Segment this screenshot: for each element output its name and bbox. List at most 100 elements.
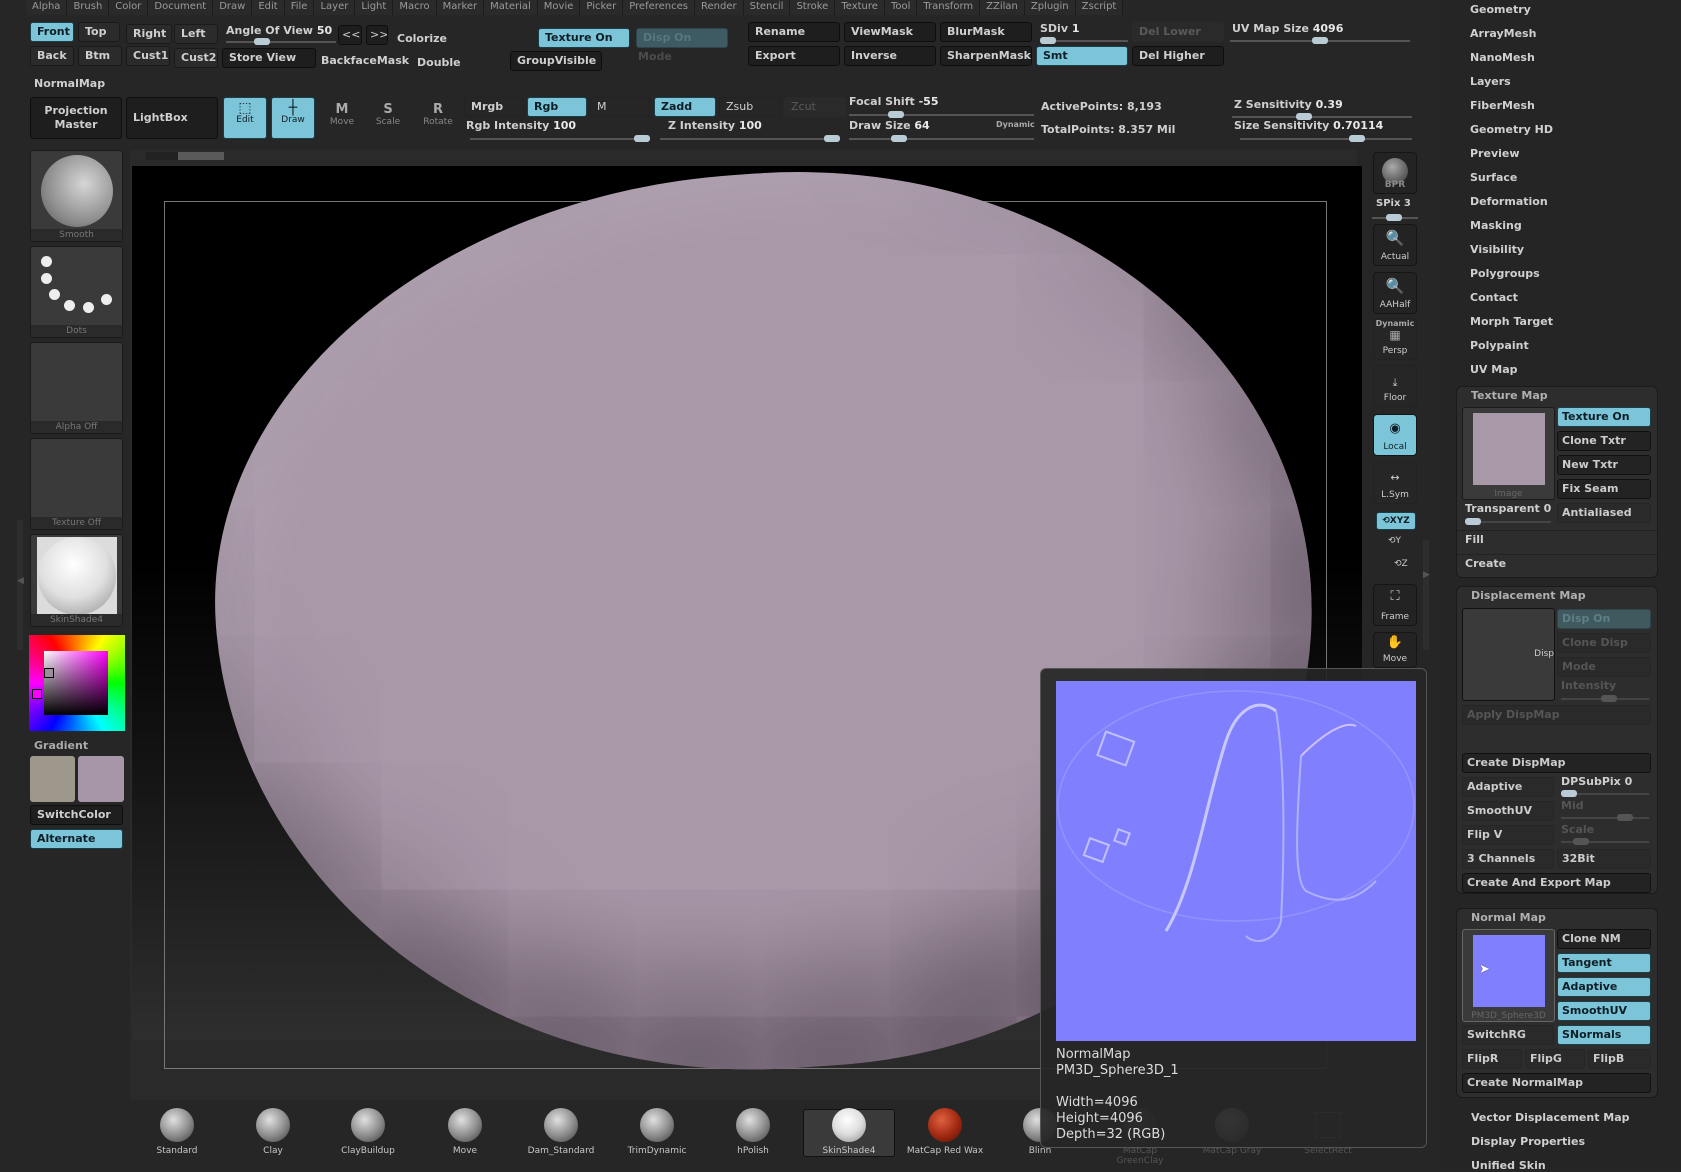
menu-light[interactable]: Light: [355, 0, 394, 15]
menu-arraymesh[interactable]: ArrayMesh: [1470, 27, 1536, 40]
secondary-color-swatch[interactable]: [78, 756, 124, 802]
menu-visibility[interactable]: Visibility: [1470, 243, 1524, 256]
colorize-button[interactable]: Colorize: [397, 32, 447, 45]
rotate-z-button[interactable]: ⟲Z: [1394, 559, 1408, 569]
adaptive-disp-toggle[interactable]: Adaptive: [1462, 777, 1554, 797]
menu-transform[interactable]: Transform: [917, 0, 981, 15]
slider-knob[interactable]: [634, 135, 650, 142]
shelf-trimdynamic[interactable]: TrimDynamic: [617, 1108, 697, 1156]
move-mode-button[interactable]: M Move: [322, 102, 362, 127]
view-left-button[interactable]: Left: [174, 24, 218, 44]
local-button[interactable]: ◉ Local: [1373, 414, 1417, 456]
shelf-move[interactable]: Move: [425, 1108, 505, 1156]
shelf-skinshade4[interactable]: SkinShade4: [809, 1108, 889, 1156]
rgb-button[interactable]: Rgb: [527, 97, 587, 117]
slider-knob[interactable]: [824, 135, 840, 142]
create-texture-button[interactable]: Create: [1465, 557, 1506, 570]
slider-knob[interactable]: [1561, 790, 1577, 797]
menu-texture[interactable]: Texture: [835, 0, 885, 15]
menu-stroke[interactable]: Stroke: [790, 0, 836, 15]
view-cust1-button[interactable]: Cust1: [126, 46, 170, 66]
clone-nm-button[interactable]: Clone NM: [1557, 929, 1651, 949]
prev-view-button[interactable]: <<: [338, 25, 362, 45]
menu-geometry[interactable]: Geometry: [1470, 3, 1531, 16]
view-btm-button[interactable]: Btm: [78, 46, 122, 66]
rotate-xyz-button[interactable]: ⟲XYZ: [1376, 512, 1416, 530]
angle-of-view-slider[interactable]: [226, 38, 336, 45]
rgb-intensity-slider[interactable]: [470, 135, 650, 142]
aahalf-button[interactable]: 🔍 AAHalf: [1373, 272, 1417, 314]
menu-preferences[interactable]: Preferences: [623, 0, 696, 15]
slider-knob[interactable]: [1386, 214, 1402, 221]
menu-geometry-hd[interactable]: Geometry HD: [1470, 123, 1553, 136]
viewmask-button[interactable]: ViewMask: [844, 22, 936, 42]
material-selector[interactable]: SkinShade4: [30, 534, 123, 627]
slider-knob[interactable]: [1040, 37, 1056, 44]
left-tray-handle[interactable]: ◀: [17, 520, 24, 650]
slider-knob[interactable]: [1617, 814, 1633, 821]
clone-disp-button[interactable]: Clone Disp: [1557, 633, 1651, 653]
clone-txtr-button[interactable]: Clone Txtr: [1557, 431, 1651, 451]
menu-material[interactable]: Material: [484, 0, 538, 15]
menu-zzilan[interactable]: ZZilan: [980, 0, 1025, 15]
menu-morph-target[interactable]: Morph Target: [1470, 315, 1553, 328]
size-sensitivity-slider[interactable]: [1240, 135, 1412, 142]
menu-deformation[interactable]: Deformation: [1470, 195, 1548, 208]
frame-button[interactable]: ⛶ Frame: [1373, 584, 1417, 626]
adaptive-nm-toggle[interactable]: Adaptive: [1557, 977, 1651, 997]
z-sensitivity-slider[interactable]: [1232, 113, 1412, 120]
lightbox-button[interactable]: LightBox: [126, 97, 218, 139]
menu-surface[interactable]: Surface: [1470, 171, 1517, 184]
view-top-button[interactable]: Top: [78, 22, 120, 42]
create-normalmap-button[interactable]: Create NormalMap: [1462, 1073, 1651, 1093]
m-button[interactable]: M: [590, 97, 650, 117]
snormals-toggle[interactable]: SNormals: [1557, 1025, 1651, 1045]
menu-polypaint[interactable]: Polypaint: [1470, 339, 1529, 352]
menu-edit[interactable]: Edit: [252, 0, 285, 15]
stroke-selector[interactable]: Dots: [30, 246, 123, 338]
texture-on-button[interactable]: Texture On: [538, 28, 630, 48]
apply-dispmap-button[interactable]: Apply DispMap: [1462, 705, 1651, 725]
main-color-swatch[interactable]: [30, 756, 75, 802]
zsub-button[interactable]: Zsub: [719, 97, 781, 117]
rename-button[interactable]: Rename: [748, 22, 840, 42]
menu-movie[interactable]: Movie: [537, 0, 581, 15]
tangent-toggle[interactable]: Tangent: [1557, 953, 1651, 973]
smt-button[interactable]: Smt: [1036, 46, 1128, 66]
color-picker[interactable]: [29, 635, 125, 731]
menu-tool[interactable]: Tool: [884, 0, 918, 15]
spix-slider[interactable]: [1372, 214, 1418, 221]
view-right-button[interactable]: Right: [126, 24, 172, 44]
menu-contact[interactable]: Contact: [1470, 291, 1518, 304]
next-view-button[interactable]: >>: [366, 25, 388, 45]
slider-knob[interactable]: [1601, 695, 1617, 702]
draw-size-slider[interactable]: [849, 135, 1034, 142]
saturation-value-square[interactable]: [44, 651, 108, 715]
shelf-clay[interactable]: Clay: [233, 1108, 313, 1156]
double-button[interactable]: Double: [417, 56, 461, 69]
canvas-scrollbar-thumb[interactable]: [178, 152, 224, 160]
slider-knob[interactable]: [1349, 135, 1365, 142]
focal-shift-slider[interactable]: [849, 111, 1034, 118]
rotate-mode-button[interactable]: R Rotate: [418, 102, 458, 127]
menu-fibermesh[interactable]: FiberMesh: [1470, 99, 1535, 112]
menu-polygroups[interactable]: Polygroups: [1470, 267, 1540, 280]
menu-uv-map[interactable]: UV Map: [1470, 363, 1518, 376]
switch-color-button[interactable]: SwitchColor: [30, 805, 123, 825]
slider-knob[interactable]: [888, 111, 904, 118]
slider-knob[interactable]: [1465, 518, 1481, 525]
disp-mode-toggle[interactable]: Mode: [1557, 657, 1651, 677]
flipg-toggle[interactable]: FlipG: [1525, 1049, 1585, 1069]
draw-mode-button[interactable]: ┼ Draw: [271, 97, 315, 139]
texture-selector[interactable]: Texture Off: [30, 438, 123, 530]
inverse-button[interactable]: Inverse: [844, 46, 936, 66]
z-intensity-slider[interactable]: [660, 135, 840, 142]
new-txtr-button[interactable]: New Txtr: [1557, 455, 1651, 475]
del-higher-button[interactable]: Del Higher: [1132, 46, 1224, 66]
menu-preview[interactable]: Preview: [1470, 147, 1520, 160]
menu-alpha[interactable]: Alpha: [26, 0, 68, 15]
create-dispmap-button[interactable]: Create DispMap: [1462, 753, 1651, 773]
floor-button[interactable]: ⤓ Floor: [1373, 365, 1417, 407]
shelf-standard[interactable]: Standard: [137, 1108, 217, 1156]
menu-masking[interactable]: Masking: [1470, 219, 1522, 232]
